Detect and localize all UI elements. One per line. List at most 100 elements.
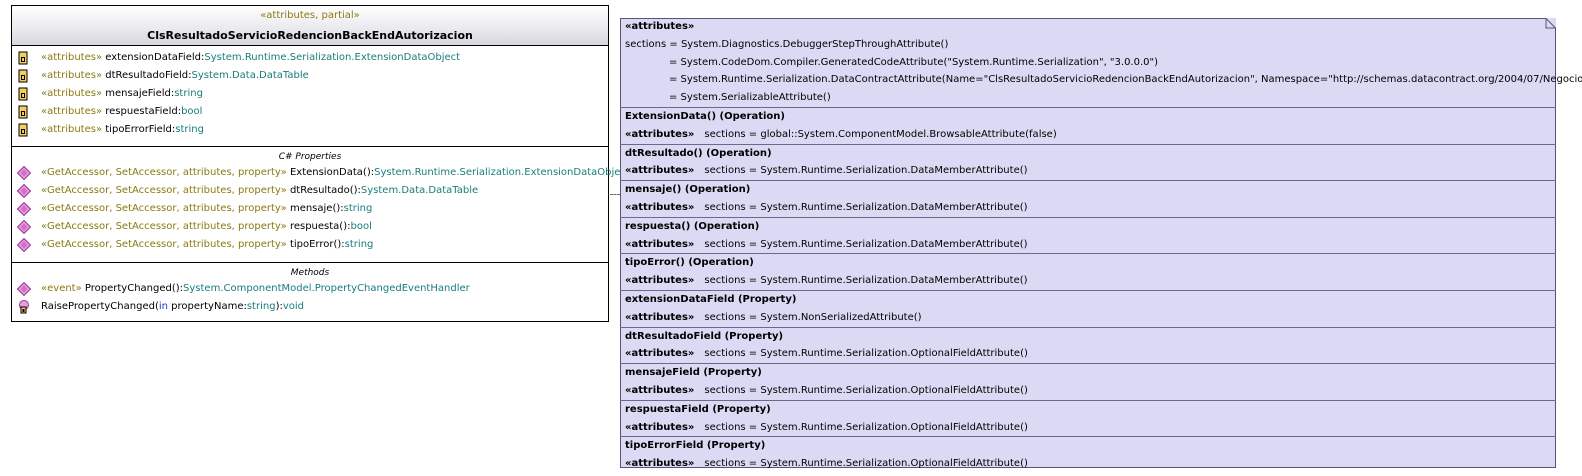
note-entry-title: tipoErrorField (Property) [625,440,766,452]
private-field-lock-icon [18,105,28,119]
note-entry-label: «attributes» [625,458,695,470]
return-type: void [282,301,305,312]
property-diamond-icon [17,166,31,180]
property-stereotype: «GetAccessor, SetAccessor, attributes, p… [41,203,287,214]
note-entry-line: «attributes» sections = System.Runtime.Se… [620,455,1556,473]
private-field-lock-icon [18,87,28,101]
property-row[interactable]: «GetAccessor, SetAccessor, attributes, p… [12,164,630,182]
note-entry-value: sections = System.Runtime.Serialization.… [704,384,1028,396]
note-entry-line: «attributes» sections = System.Runtime.Se… [620,199,1556,217]
private-field-lock-icon [18,69,28,83]
param-type: string [246,301,276,312]
field-stereotype: «attributes» [41,52,103,63]
note-entry-title: respuesta() (Operation) [625,220,760,232]
note-entry: extensionDataField (Property) «attribute… [620,289,1556,327]
note-entry-value: sections = System.Runtime.Serialization.… [704,201,1028,213]
note-section-line: = System.SerializableAttribute() [669,92,831,104]
field-row[interactable]: «attributes» dtResultadoField:System.Dat… [12,67,608,85]
private-field-lock-icon [18,123,28,137]
note-entry: ExtensionData() (Operation) «attributes»… [620,106,1556,144]
note-entry-value: sections = System.Runtime.Serialization.… [704,238,1028,250]
property-stereotype: «GetAccessor, SetAccessor, attributes, p… [41,239,287,250]
note-entry-title: extensionDataField (Property) [625,293,797,305]
field-row[interactable]: «attributes» mensajeField:string [12,85,608,103]
property-name: ExtensionData(): [289,167,375,178]
method-row-raise[interactable]: RaisePropertyChanged(in propertyName:str… [12,298,608,316]
method-name: PropertyChanged(): [84,283,184,294]
note-entry-value: sections = System.Runtime.Serialization.… [704,275,1028,287]
property-row[interactable]: «GetAccessor, SetAccessor, attributes, p… [12,218,608,236]
property-type: System.Data.DataTable [360,185,479,196]
note-entry-title: respuestaField (Property) [625,403,771,415]
note-entry-label: «attributes» [625,384,695,396]
note-entry-title: dtResultadoField (Property) [625,330,784,342]
property-stereotype: «GetAccessor, SetAccessor, attributes, p… [41,167,287,178]
property-type: System.Runtime.Serialization.ExtensionDa… [374,167,630,178]
note-entry-title: tipoError() (Operation) [625,257,754,269]
note-entry-line: «attributes» sections = System.NonSeriali… [620,309,1556,327]
note-entry: dtResultado() (Operation) «attributes» se… [620,143,1556,181]
field-type: System.Runtime.Serialization.ExtensionDa… [204,52,461,63]
note-entry-label: «attributes» [625,201,695,213]
note-entry-label: «attributes» [625,275,695,287]
class-header: «attributes, partial» ClsResultadoServic… [12,6,608,46]
methods-compartment: Methods «event» PropertyChanged():System… [12,263,608,320]
attributes-note[interactable]: «attributes» sections = System.Diagnosti… [620,18,1582,469]
field-type: string [174,88,203,99]
note-entry-value: sections = System.Runtime.Serialization.… [704,458,1028,470]
note-section-line: = System.Runtime.Serialization.DataContr… [669,74,1582,86]
note-entry-value: sections = System.NonSerializedAttribute… [704,311,922,323]
field-row[interactable]: «attributes» respuestaField:bool [12,103,608,121]
note-section-line: = System.CodeDom.Compiler.GeneratedCodeA… [669,56,1159,68]
note-entry: tipoErrorField (Property) «attributes» se… [620,436,1556,473]
note-entry-label: «attributes» [625,421,695,433]
field-row[interactable]: «attributes» tipoErrorField:string [12,121,608,139]
protected-method-icon [19,300,29,314]
property-name: dtResultado(): [289,185,361,196]
field-type: bool [181,106,203,117]
fields-compartment: «attributes» extensionDataField:System.R… [12,46,608,147]
note-entry-line: «attributes» sections = System.Runtime.Se… [620,419,1556,437]
property-row[interactable]: «GetAccessor, SetAccessor, attributes, p… [12,236,608,254]
class-stereotype: «attributes, partial» [260,10,360,21]
note-connector-line [610,194,620,195]
class-name: ClsResultadoServicioRedencionBackEndAuto… [147,29,473,42]
note-entry: mensajeField (Property) «attributes» sect… [620,363,1556,400]
note-entry-line: «attributes» sections = System.Runtime.Se… [620,272,1556,290]
property-type: bool [350,221,372,232]
private-field-lock-icon [18,51,28,65]
note-entry-label: «attributes» [625,311,695,323]
note-content: «attributes» sections = System.Diagnosti… [620,18,1582,473]
property-name: mensaje(): [289,203,344,214]
field-name: mensajeField: [105,88,175,99]
field-name: dtResultadoField: [105,70,192,81]
note-entry-line: «attributes» sections = global::System.Co… [620,126,1556,144]
property-diamond-icon [17,202,31,216]
property-name: tipoError(): [289,239,345,250]
note-entry-value: sections = global::System.ComponentModel… [704,128,1057,140]
method-row-event[interactable]: «event» PropertyChanged():System.Compone… [12,280,608,298]
note-entry-value: sections = System.Runtime.Serialization.… [704,165,1028,177]
note-entry-value: sections = System.Runtime.Serialization.… [704,348,1028,360]
class-box[interactable]: «attributes, partial» ClsResultadoServic… [11,5,630,322]
property-type: string [343,203,373,214]
field-stereotype: «attributes» [41,88,103,99]
properties-compartment: C# Properties «GetAccessor, SetAccessor,… [12,147,630,263]
note-entry: mensaje() (Operation) «attributes» sectio… [620,180,1556,217]
note-entry: respuestaField (Property) «attributes» se… [620,399,1556,437]
note-entry-line: «attributes» sections = System.Runtime.Se… [620,236,1556,254]
note-entry-line: «attributes» sections = System.Runtime.Se… [620,382,1556,400]
note-entry-line: «attributes» sections = System.Runtime.Se… [620,345,1556,363]
property-stereotype: «GetAccessor, SetAccessor, attributes, p… [41,185,287,196]
field-row[interactable]: «attributes» extensionDataField:System.R… [12,49,608,67]
field-stereotype: «attributes» [41,106,103,117]
note-entry-title: ExtensionData() (Operation) [625,110,785,122]
property-row[interactable]: «GetAccessor, SetAccessor, attributes, p… [12,182,608,200]
note-entry: dtResultadoField (Property) «attributes»… [620,326,1556,364]
note-entry-title: dtResultado() (Operation) [625,147,772,159]
property-type: string [344,239,374,250]
event-diamond-icon [17,282,31,296]
property-row[interactable]: «GetAccessor, SetAccessor, attributes, p… [12,200,608,218]
field-type: string [175,124,204,135]
property-diamond-icon [17,238,31,252]
